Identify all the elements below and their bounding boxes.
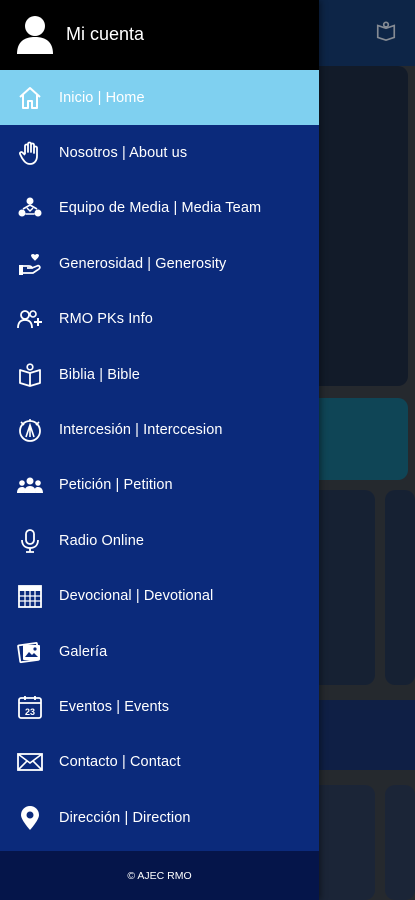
drawer-footer: © AJEC RMO [0,851,319,900]
footer-text: © AJEC RMO [127,869,192,882]
group-icon [16,471,44,499]
location-pin-icon [16,804,44,832]
add-user-icon [16,305,44,333]
bible-icon [16,361,44,389]
praying-hands-icon [16,416,44,444]
menu-item-label: Petición | Petition [59,477,173,494]
navigation-drawer: Mi cuenta Inicio | Home Nosotros | About… [0,0,319,900]
drawer-menu: Inicio | Home Nosotros | About us Equipo… [0,70,319,845]
menu-item-label: Nosotros | About us [59,145,188,162]
menu-item-label: Galería [59,643,108,660]
hand-icon [16,139,44,167]
account-header[interactable]: Mi cuenta [0,0,319,70]
menu-item-label: Radio Online [59,532,145,549]
svg-text:23: 23 [25,707,35,717]
menu-item-label: Equipo de Media | Media Team [59,200,262,217]
mail-icon [16,748,44,776]
calendar-icon: 23 [16,693,44,721]
menu-item-label: Contacto | Contact [59,754,181,771]
menu-item-devotional[interactable]: Devocional | Devotional [0,569,319,624]
menu-item-bible[interactable]: Biblia | Bible [0,347,319,402]
menu-item-label: Biblia | Bible [59,366,140,383]
menu-item-generosity[interactable]: Generosidad | Generosity [0,236,319,291]
menu-item-rmo-pks-info[interactable]: RMO PKs Info [0,292,319,347]
gallery-icon [16,638,44,666]
menu-item-radio-online[interactable]: Radio Online [0,513,319,568]
menu-item-label: Inicio | Home [59,89,145,106]
calendar-grid-icon [16,582,44,610]
menu-item-about[interactable]: Nosotros | About us [0,125,319,180]
menu-item-label: Generosidad | Generosity [59,255,227,272]
menu-item-label: Eventos | Events [59,698,170,715]
menu-item-contact[interactable]: Contacto | Contact [0,735,319,790]
menu-item-petition[interactable]: Petición | Petition [0,458,319,513]
account-label: Mi cuenta [66,24,145,44]
menu-item-label: Devocional | Devotional [59,588,214,605]
menu-item-label: Intercesión | Interccesion [59,422,223,439]
menu-item-label: RMO PKs Info [59,311,153,328]
menu-item-label: Dirección | Direction [59,809,191,826]
menu-item-direction[interactable]: Dirección | Direction [0,790,319,845]
menu-item-gallery[interactable]: Galería [0,624,319,679]
menu-item-home[interactable]: Inicio | Home [0,70,319,126]
microphone-icon [16,527,44,555]
giving-hand-icon [16,250,44,278]
menu-item-events[interactable]: 23 Eventos | Events [0,679,319,734]
team-icon [16,194,44,222]
avatar-icon [17,16,53,54]
menu-item-intercession[interactable]: Intercesión | Interccesion [0,402,319,457]
home-icon [16,84,44,112]
menu-item-media-team[interactable]: Equipo de Media | Media Team [0,181,319,236]
